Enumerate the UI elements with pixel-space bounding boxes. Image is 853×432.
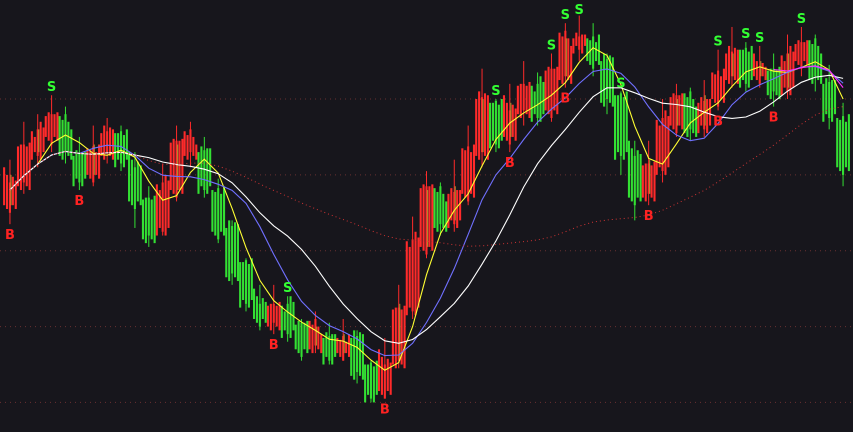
price-bar	[225, 220, 239, 285]
price-bar	[211, 178, 226, 244]
price-bar	[364, 360, 378, 403]
price-bar	[697, 80, 712, 137]
price-bar	[141, 186, 156, 247]
sell-signal-label: S	[283, 281, 292, 296]
price-bar	[308, 311, 323, 354]
buy-signal-label: B	[505, 156, 515, 171]
price-bar	[72, 136, 87, 191]
price-bar	[738, 42, 753, 92]
price-bar	[114, 125, 128, 172]
candlestick-chart: SBBBSBSBSSBSSBSBS SBS	[0, 0, 853, 432]
buy-signal-label: B	[5, 228, 15, 243]
price-bar	[655, 99, 670, 183]
price-bar	[86, 125, 101, 187]
price-bar	[197, 136, 212, 198]
buy-signal-label: B	[713, 114, 723, 129]
price-bar	[711, 49, 725, 111]
price-bar	[419, 171, 434, 259]
sell-signal-label: S	[561, 8, 570, 23]
price-bar	[475, 68, 489, 168]
sell-signal-label: S	[547, 39, 556, 54]
price-bar	[391, 284, 406, 369]
price-bar	[239, 258, 253, 312]
sell-signal-label: S	[797, 12, 806, 27]
price-bar	[489, 99, 503, 153]
price-bar	[600, 53, 614, 115]
sell-signal-label: S	[491, 84, 500, 99]
buy-signal-label: B	[644, 209, 654, 224]
price-bar	[572, 15, 587, 62]
price-bar	[780, 34, 795, 100]
sell-signal-label: S	[575, 3, 584, 18]
price-bar	[280, 296, 295, 342]
buy-signal-label: B	[269, 338, 279, 353]
price-bar	[836, 102, 850, 187]
price-bar	[725, 26, 739, 88]
sell-signal-label: S	[755, 31, 764, 46]
price-bar	[447, 159, 462, 232]
sell-signal-label: S	[713, 35, 722, 50]
price-bar	[641, 140, 656, 206]
buy-signal-label: B	[560, 92, 570, 107]
price-bar	[336, 318, 351, 361]
sell-signal-label: S	[616, 76, 625, 91]
price-bar	[294, 318, 309, 361]
price-bar	[252, 284, 267, 331]
price-bar	[502, 83, 517, 153]
price-bar	[627, 140, 642, 221]
sell-signal-label: S	[741, 27, 750, 42]
price-bar	[30, 114, 45, 168]
buy-signal-label: B	[74, 194, 84, 209]
price-bar	[266, 284, 281, 335]
price-bar	[100, 117, 115, 164]
buy-signal-label: B	[769, 111, 779, 126]
buy-signal-label: B	[380, 403, 390, 418]
price-bar	[405, 216, 420, 319]
price-bar	[544, 53, 559, 122]
price-bars	[3, 15, 850, 403]
price-bar	[183, 121, 198, 168]
price-bar	[614, 91, 628, 175]
sell-signal-label: S	[47, 80, 56, 95]
price-bar	[558, 23, 573, 88]
price-bar	[16, 121, 31, 194]
price-bar	[683, 87, 698, 141]
price-bar	[669, 83, 684, 137]
price-bar	[322, 322, 337, 365]
price-bar	[3, 159, 17, 225]
